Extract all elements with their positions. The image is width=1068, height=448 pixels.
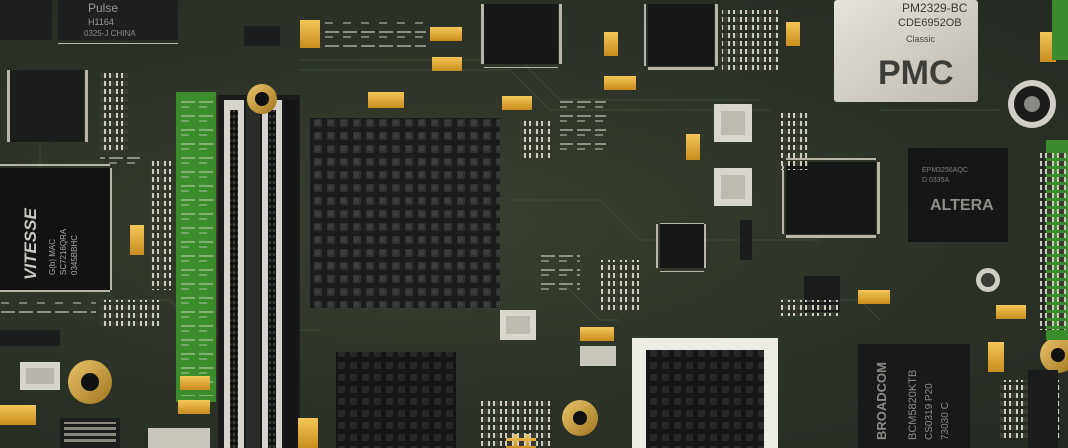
broadcom-line3-text: 73030 C [940,402,951,440]
altera-line2-text: D 0335A [922,177,950,184]
broadcom-line2-text: CS0319 P20 [924,383,935,440]
heatsink-large [310,118,500,308]
pmc-logo-text: PMC [878,54,954,92]
pmc-part-text: PM2329-BC [902,1,968,15]
broadcom-part-text: BCM5820KTB [907,370,919,440]
vitesse-line2-text: SC7216QRA [59,228,68,275]
vitesse-line3-text: 0345BBHC [70,235,79,275]
pmc-sub-text: Classic [906,34,936,44]
pulse-brand-text: Pulse [88,1,118,15]
vitesse-brand-text: VITESSE [21,208,40,280]
pulse-part-text: H1164 [88,17,114,27]
pcb-illustration: Pulse H1164 0325-J CHINA VITESSE G(b) MA… [0,0,1068,448]
broadcom-logo-text: BROADCOM [874,362,889,440]
altera-line1-text: EPM3256AQC [922,167,968,174]
heatsink-framed [646,350,764,448]
altera-logo-text: ALTERA [930,197,994,214]
circuit-board-photo: Pulse H1164 0325-J CHINA VITESSE G(b) MA… [0,0,1068,448]
vitesse-line1-text: G(b) MAC [48,239,57,275]
pulse-origin-text: 0325-J CHINA [84,29,136,38]
heatsink-lower [336,352,456,448]
pmc-code-text: CDE6952OB [898,17,962,29]
